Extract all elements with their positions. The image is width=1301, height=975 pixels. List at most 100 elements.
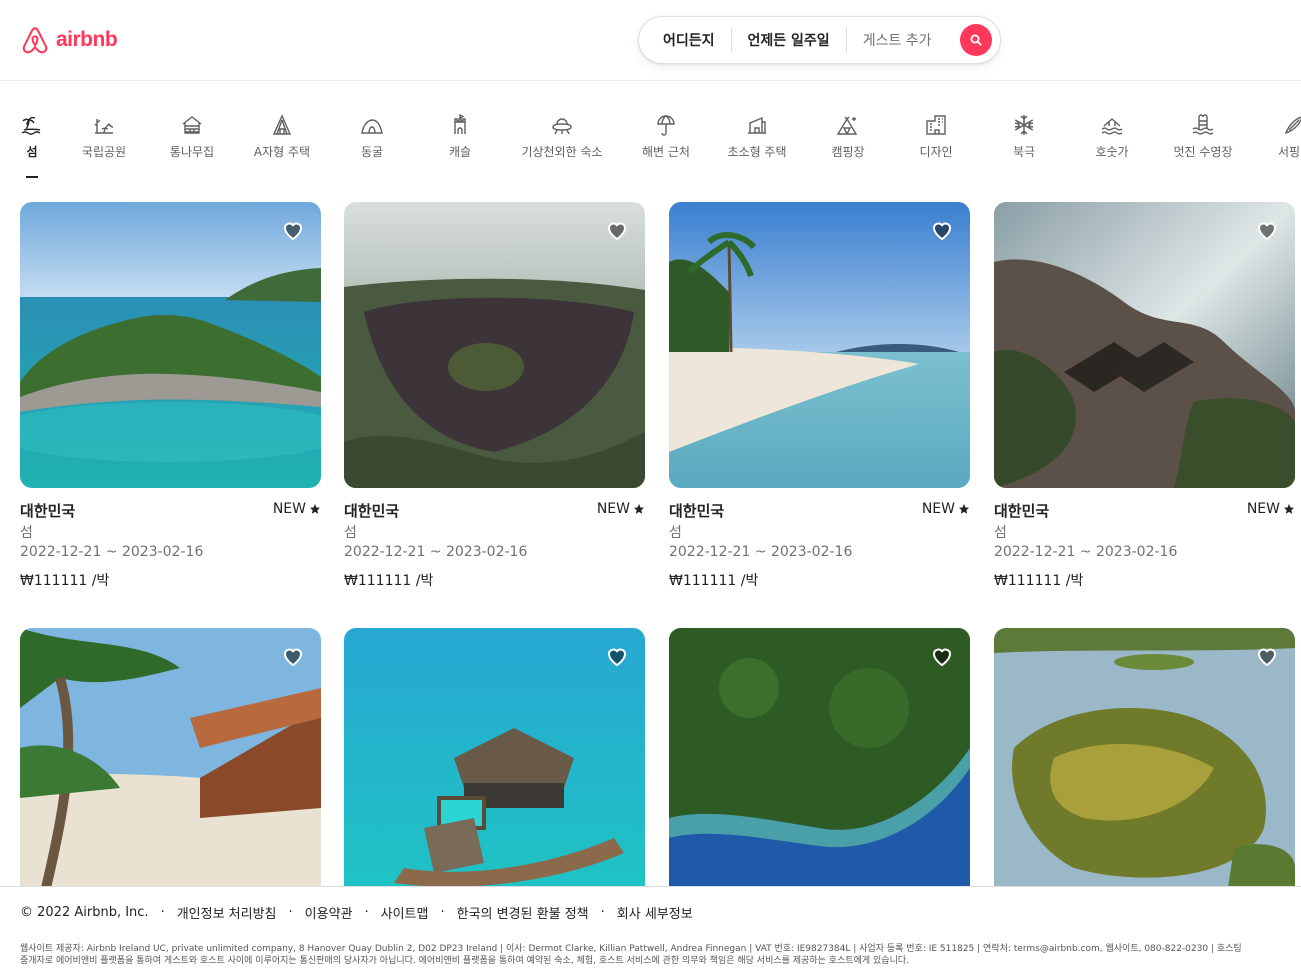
footer-links: © 2022 Airbnb, Inc. · 개인정보 처리방침 · 이용약관 ·…	[20, 903, 693, 922]
listing-card[interactable]: 대한민국 NEW 섬 2022-12-21 ~ 2023-02-16 ₩1111…	[669, 202, 970, 590]
listing-category: 섬	[994, 525, 1007, 541]
listing-photo[interactable]	[344, 202, 645, 488]
category-label: 캠핑장	[831, 145, 865, 159]
listing-photo[interactable]	[20, 628, 321, 914]
search-where-button[interactable]: 어디든지	[639, 30, 731, 50]
listing-card[interactable]	[994, 628, 1295, 914]
heart-icon[interactable]	[281, 644, 305, 668]
category-label: 해변 근처	[642, 145, 690, 159]
new-badge: NEW	[596, 501, 630, 517]
new-badge: NEW	[1246, 501, 1280, 517]
category-amazing-pools[interactable]: 멋진 수영장	[1170, 113, 1236, 173]
listing-category: 섬	[669, 525, 682, 541]
overwater-villa-photo	[344, 628, 645, 914]
footer-separator: ·	[364, 905, 369, 920]
listing-category: 섬	[344, 525, 357, 541]
heart-icon[interactable]	[605, 218, 629, 242]
category-label: 동굴	[360, 145, 384, 159]
logo-text: airbnb	[56, 28, 118, 51]
listing-photo[interactable]	[669, 202, 970, 488]
airbnb-logo[interactable]: airbnb	[20, 24, 118, 56]
category-label: 섬	[26, 145, 38, 159]
heart-icon[interactable]	[281, 218, 305, 242]
listing-price: ₩111111 /박	[344, 573, 434, 589]
category-tiny-home[interactable]: 초소형 주택	[724, 113, 790, 173]
island-photo	[20, 202, 321, 488]
category-omg[interactable]: 기상천외한 숙소	[516, 113, 608, 173]
search-guests-button[interactable]: 게스트 추가	[847, 30, 948, 50]
category-beachfront[interactable]: 해변 근처	[638, 113, 694, 173]
footer-legal-line: 웹사이트 제공자: Airbnb Ireland UC, private unl…	[20, 944, 1242, 954]
active-category-indicator	[26, 176, 38, 178]
search-submit-button[interactable]	[960, 24, 992, 56]
listing-location: 대한민국	[669, 502, 725, 520]
listing-card[interactable]: 대한민국 NEW 섬 2022-12-21 ~ 2023-02-16 ₩1111…	[994, 202, 1295, 590]
footer-link-refund-policy[interactable]: 한국의 변경된 환불 정책	[457, 903, 589, 922]
listing-header-row: 대한민국 NEW	[344, 500, 645, 520]
footer-separator: ·	[160, 905, 165, 920]
category-island[interactable]: 섬	[16, 113, 48, 173]
airbnb-logo-icon	[22, 27, 48, 54]
search-bar[interactable]: 어디든지 언제든 일주일 게스트 추가	[638, 16, 1001, 64]
category-camping[interactable]: 캠핑장	[826, 113, 870, 173]
category-surfing[interactable]: 서핑	[1278, 113, 1301, 173]
surfing-icon	[1284, 116, 1301, 135]
footer-link-sitemap[interactable]: 사이트맵	[381, 903, 429, 922]
category-label: 국립공원	[81, 145, 127, 159]
snowflake-icon	[1014, 115, 1034, 135]
listing-dates: 2022-12-21 ~ 2023-02-16	[344, 544, 528, 560]
footer-link-company-details[interactable]: 회사 세부정보	[617, 903, 693, 922]
category-label: 초소형 주택	[727, 145, 787, 159]
footer-legal-line: 중개자로 에어비앤비 플랫폼을 통하여 게스트와 호스트 사이에 이루어지는 통…	[20, 956, 909, 966]
listing-card[interactable]: 대한민국 NEW 섬 2022-12-21 ~ 2023-02-16 ₩1111…	[344, 202, 645, 590]
category-cabin[interactable]: 통나무집	[164, 113, 220, 173]
heart-icon[interactable]	[1255, 218, 1279, 242]
footer-separator: ·	[288, 905, 293, 920]
listing-header-row: 대한민국 NEW	[20, 500, 321, 520]
category-lakefront[interactable]: 호숫가	[1090, 113, 1134, 173]
island-icon	[21, 116, 41, 135]
heart-icon[interactable]	[1255, 644, 1279, 668]
castle-icon	[454, 113, 466, 134]
listing-dates: 2022-12-21 ~ 2023-02-16	[20, 544, 204, 560]
category-label: A자형 주택	[253, 145, 311, 159]
listing-location: 대한민국	[994, 502, 1050, 520]
listing-photo[interactable]	[994, 202, 1295, 488]
category-arctic[interactable]: 북극	[1004, 113, 1044, 173]
category-castle[interactable]: 캐슬	[440, 113, 480, 173]
category-bar: 섬 국립공원 통나무집 A자형 주택 동굴 캐슬 기상천외한 숙소 해변 근처 …	[0, 81, 1301, 181]
listing-card[interactable]	[669, 628, 970, 914]
footer-link-terms[interactable]: 이용약관	[305, 903, 353, 922]
heart-icon[interactable]	[930, 218, 954, 242]
listing-header-row: 대한민국 NEW	[994, 500, 1295, 520]
lake-islands-photo	[994, 628, 1295, 914]
search-when-button[interactable]: 언제든 일주일	[732, 30, 846, 50]
listing-card[interactable]	[344, 628, 645, 914]
a-frame-icon	[272, 114, 292, 135]
category-national-park[interactable]: 국립공원	[76, 113, 132, 173]
category-label: 호숫가	[1095, 145, 1129, 159]
category-label: 통나무집	[169, 145, 215, 159]
listing-photo[interactable]	[344, 628, 645, 914]
listing-card[interactable]: 대한민국 NEW 섬 2022-12-21 ~ 2023-02-16 ₩1111…	[20, 202, 321, 590]
listing-photo[interactable]	[994, 628, 1295, 914]
listing-card[interactable]	[20, 628, 321, 914]
listing-photo[interactable]	[20, 202, 321, 488]
tiny-home-icon	[748, 116, 766, 134]
listing-price: ₩111111 /박	[20, 573, 110, 589]
star-icon	[959, 504, 969, 514]
category-a-frame[interactable]: A자형 주택	[250, 113, 314, 173]
heart-icon[interactable]	[930, 644, 954, 668]
camping-icon	[836, 116, 858, 135]
footer-link-privacy[interactable]: 개인정보 처리방침	[177, 903, 277, 922]
heart-icon[interactable]	[605, 644, 629, 668]
palm-beach-house-photo	[20, 628, 321, 914]
cabin-icon	[182, 116, 202, 134]
category-design[interactable]: 디자인	[914, 113, 958, 173]
footer-separator: ·	[440, 905, 445, 920]
category-cave[interactable]: 동굴	[352, 113, 392, 173]
listing-photo[interactable]	[669, 628, 970, 914]
category-label: 캐슬	[448, 145, 472, 159]
listing-dates: 2022-12-21 ~ 2023-02-16	[994, 544, 1178, 560]
star-icon	[634, 504, 644, 514]
